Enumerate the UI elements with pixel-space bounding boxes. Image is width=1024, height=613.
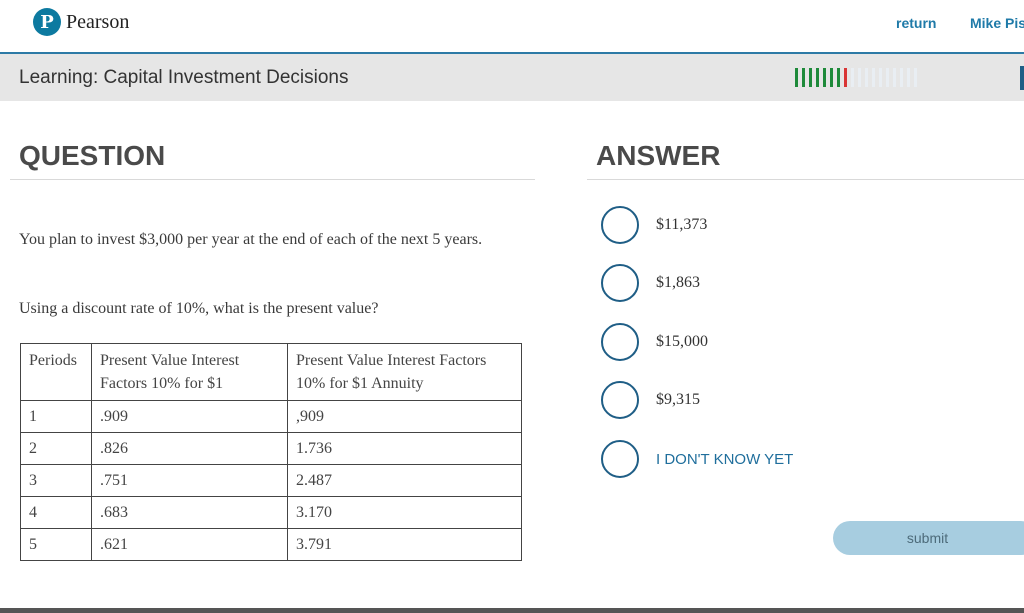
progress-tick (872, 68, 875, 87)
pearson-logo-icon: P (33, 8, 61, 36)
table-cell: .909 (91, 400, 288, 433)
answer-choice-2[interactable]: $1,863 (601, 264, 700, 302)
progress-tick (802, 68, 805, 87)
table-cell: 3.791 (287, 528, 522, 561)
progress-tick (900, 68, 903, 87)
question-text: You plan to invest $3,000 per year at th… (19, 231, 483, 248)
table-header-row: Periods Present Value Interest Factors 1… (20, 343, 522, 401)
answer-choice-label: $15,000 (656, 333, 708, 350)
table-cell: .621 (91, 528, 288, 561)
table-cell: .826 (91, 432, 288, 465)
progress-tick (907, 68, 910, 87)
return-link[interactable]: return (896, 15, 936, 31)
table-cell: 3.170 (287, 496, 522, 529)
pearson-logo-text: Pearson (66, 10, 130, 33)
table-row: 2 .826 1.736 (20, 432, 522, 465)
table-row: 3 .751 2.487 (20, 464, 522, 497)
progress-tick (816, 68, 819, 87)
table-cell: .683 (91, 496, 288, 529)
radio-button[interactable] (601, 264, 639, 302)
progress-tick (795, 68, 798, 87)
progress-tick (893, 68, 896, 87)
present-value-table: Periods Present Value Interest Factors 1… (20, 343, 522, 561)
progress-tick (879, 68, 882, 87)
answer-divider (587, 179, 1024, 180)
table-cell: 5 (20, 528, 92, 561)
top-navigation-bar: P Pearson return Mike Pisc (0, 0, 1024, 54)
footer-bar (0, 608, 1024, 613)
table-row: 4 .683 3.170 (20, 496, 522, 529)
answer-choice-4[interactable]: $9,315 (601, 381, 700, 419)
table-header-cell: Present Value Interest Factors 10% for $… (287, 343, 522, 401)
progress-tick (914, 68, 917, 87)
progress-end-marker (1020, 66, 1024, 90)
radio-button[interactable] (601, 440, 639, 478)
table-cell: 3 (20, 464, 92, 497)
answer-choice-3[interactable]: $15,000 (601, 323, 708, 361)
question-heading: QUESTION (19, 140, 166, 171)
radio-button[interactable] (601, 381, 639, 419)
progress-tick (844, 68, 847, 87)
progress-tick (858, 68, 861, 87)
pearson-logo[interactable]: P Pearson (33, 8, 129, 36)
progress-tick (830, 68, 833, 87)
answer-heading: ANSWER (596, 140, 721, 171)
table-cell: 2.487 (287, 464, 522, 497)
table-header-cell: Periods (20, 343, 92, 401)
table-cell: ,909 (287, 400, 522, 433)
question-divider (10, 179, 535, 180)
user-menu[interactable]: Mike Pisc (970, 15, 1024, 31)
progress-tick (809, 68, 812, 87)
table-cell: .751 (91, 464, 288, 497)
answer-choice-label: $11,373 (656, 216, 708, 233)
progress-indicator (795, 68, 921, 87)
progress-tick (886, 68, 889, 87)
progress-tick (823, 68, 826, 87)
answer-choice-label: I DON'T KNOW YET (656, 450, 794, 468)
table-cell: 1.736 (287, 432, 522, 465)
table-cell: 4 (20, 496, 92, 529)
answer-choice-label: $9,315 (656, 391, 700, 408)
table-cell: 1 (20, 400, 92, 433)
table-row: 5 .621 3.791 (20, 528, 522, 561)
assignment-title: Learning: Capital Investment Decisions (19, 67, 349, 88)
table-row: 1 .909 ,909 (20, 400, 522, 433)
progress-tick (837, 68, 840, 87)
question-prompt: Using a discount rate of 10%, what is th… (19, 300, 379, 317)
progress-tick (865, 68, 868, 87)
progress-tick (851, 68, 854, 87)
table-cell: 2 (20, 432, 92, 465)
radio-button[interactable] (601, 206, 639, 244)
submit-button[interactable]: submit (833, 521, 1024, 555)
answer-choice-1[interactable]: $11,373 (601, 206, 707, 244)
answer-choice-dont-know[interactable]: I DON'T KNOW YET (601, 440, 793, 478)
answer-choice-label: $1,863 (656, 274, 700, 291)
radio-button[interactable] (601, 323, 639, 361)
table-header-cell: Present Value Interest Factors 10% for $… (91, 343, 288, 401)
